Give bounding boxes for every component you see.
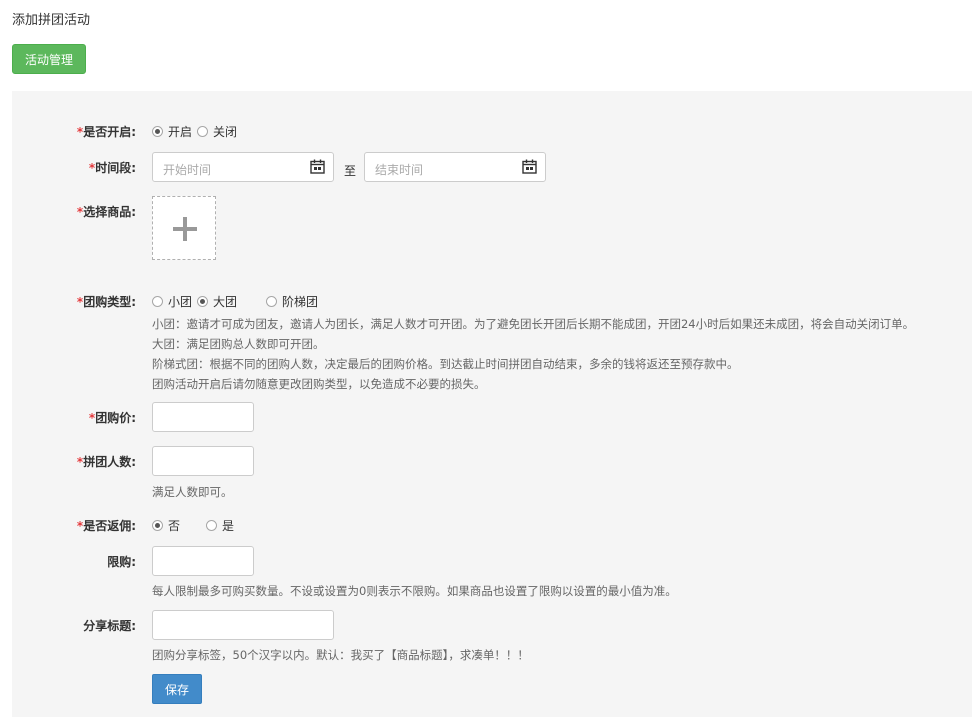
type-label: *团购类型: [76, 295, 136, 309]
share-title-label: 分享标题: [83, 619, 136, 633]
add-product-button[interactable] [152, 196, 216, 260]
product-label: *选择商品: [76, 205, 136, 219]
end-time-input[interactable]: 结束时间 [364, 152, 546, 182]
radio-checked-icon [152, 520, 163, 531]
start-time-input[interactable]: 开始时间 [152, 152, 334, 182]
rebate-radio-group: 否 是 [152, 517, 234, 534]
radio-icon [266, 296, 278, 307]
price-label: *团购价: [88, 411, 136, 425]
rebate-label: *是否返佣: [76, 519, 136, 533]
save-button[interactable]: 保存 [152, 674, 202, 704]
rebate-yes-radio[interactable]: 是 [206, 517, 234, 534]
open-radio-group: 开启 关闭 [152, 123, 237, 140]
period-separator: 至 [344, 164, 357, 178]
type-help: 小团：邀请才可成为团友，邀请人为团长，满足人数才可开团。为了避免团长开团后长期不… [152, 317, 915, 391]
group-size-label: *拼团人数: [76, 455, 136, 469]
open-label: *是否开启: [76, 125, 136, 139]
page-title: 添加拼团活动 [12, 13, 91, 28]
limit-help: 每人限制最多可购买数量。不设或设置为0则表示不限购。如果商品也设置了限购以设置的… [152, 584, 677, 598]
radio-icon [197, 126, 209, 137]
radio-checked-icon [152, 126, 163, 137]
type-small-radio[interactable]: 小团 [152, 293, 192, 310]
group-size-input[interactable] [152, 446, 254, 476]
radio-icon [206, 520, 218, 531]
group-size-help: 满足人数即可。 [152, 485, 233, 499]
type-large-radio[interactable]: 大团 [197, 293, 237, 310]
radio-icon [152, 296, 163, 307]
calendar-icon[interactable] [522, 159, 537, 177]
open-on-radio[interactable]: 开启 [152, 123, 192, 140]
price-input[interactable] [152, 402, 254, 432]
rebate-no-radio[interactable]: 否 [152, 517, 180, 534]
open-off-radio[interactable]: 关闭 [197, 123, 237, 140]
limit-label: 限购: [107, 555, 136, 569]
activity-manage-button[interactable]: 活动管理 [12, 44, 86, 74]
type-radio-group: 小团 大团 阶梯团 [152, 293, 318, 310]
form-panel: *是否开启: 开启 关闭 *时间段: 开始时间 至 结束时间 *选择商品: *团… [12, 91, 972, 717]
radio-checked-icon [197, 296, 209, 307]
calendar-icon[interactable] [310, 159, 325, 177]
period-label: *时间段: [88, 161, 136, 175]
type-tiered-radio[interactable]: 阶梯团 [266, 293, 318, 310]
limit-input[interactable] [152, 546, 254, 576]
share-title-input[interactable] [152, 610, 334, 640]
share-title-help: 团购分享标签，50个汉字以内。默认：我买了【商品标题】，求凑单！！！ [152, 648, 529, 662]
